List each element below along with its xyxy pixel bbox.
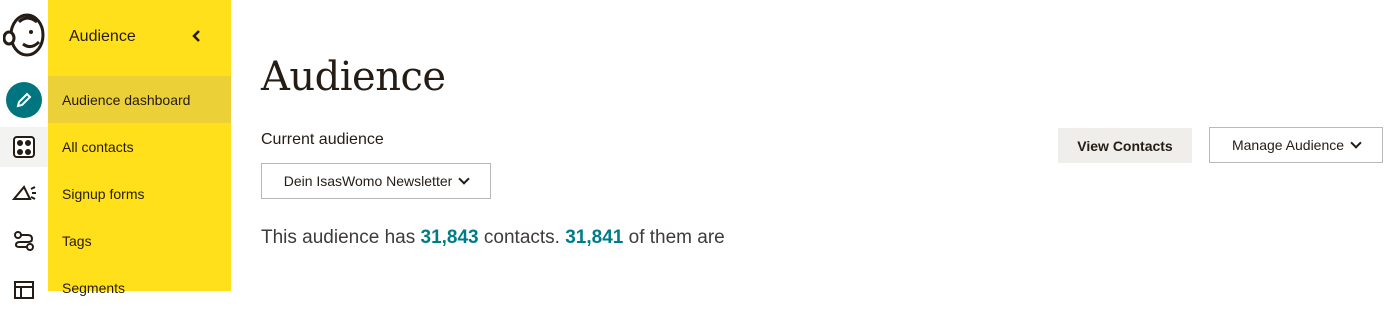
sidebar-item-audience-dashboard[interactable]: Audience dashboard bbox=[48, 76, 231, 123]
website-icon bbox=[14, 281, 34, 299]
sidebar-item-signup-forms[interactable]: Signup forms bbox=[48, 170, 231, 217]
audience-summary: This audience has 31,843 contacts. 31,84… bbox=[261, 227, 725, 249]
automations-nav-icon[interactable] bbox=[0, 221, 48, 261]
automations-icon bbox=[14, 231, 34, 251]
create-button[interactable] bbox=[0, 80, 48, 120]
mailchimp-logo-icon bbox=[3, 13, 45, 57]
pencil-icon bbox=[6, 82, 42, 118]
sidebar-item-tags[interactable]: Tags bbox=[48, 217, 231, 264]
audience-select[interactable]: Dein IsasWomo Newsletter bbox=[261, 163, 491, 199]
audience-sidebar: Audience Audience dashboard All contacts… bbox=[48, 0, 231, 296]
icon-rail bbox=[0, 0, 49, 299]
megaphone-icon bbox=[11, 185, 36, 200]
audience-icon bbox=[13, 136, 35, 158]
chevron-down-icon bbox=[1350, 137, 1362, 149]
sidebar-item-segments[interactable]: Segments bbox=[48, 264, 231, 311]
summary-middle: contacts. bbox=[483, 227, 560, 248]
audience-nav-icon[interactable] bbox=[0, 127, 48, 167]
view-contacts-button[interactable]: View Contacts bbox=[1058, 128, 1192, 163]
chevron-left-icon bbox=[192, 30, 200, 42]
current-audience-label: Current audience bbox=[261, 131, 384, 148]
chevron-down-icon bbox=[458, 173, 470, 185]
page-title: Audience bbox=[261, 54, 446, 100]
campaigns-nav-icon[interactable] bbox=[0, 174, 48, 214]
audience-select-value: Dein IsasWomo Newsletter bbox=[283, 173, 453, 189]
subscribed-count: 31,841 bbox=[565, 227, 624, 248]
sidebar-title: Audience bbox=[69, 28, 136, 45]
manage-audience-label: Manage Audience bbox=[1231, 137, 1345, 153]
website-nav-icon[interactable] bbox=[0, 268, 48, 308]
sidebar-item-label: Signup forms bbox=[62, 185, 145, 202]
main-content: Audience Current audience Dein IsasWomo … bbox=[231, 0, 1400, 291]
sidebar-item-label: Audience dashboard bbox=[62, 91, 191, 108]
summary-prefix: This audience has bbox=[261, 227, 416, 248]
manage-audience-button[interactable]: Manage Audience bbox=[1209, 127, 1383, 163]
sidebar-item-all-contacts[interactable]: All contacts bbox=[48, 123, 231, 170]
summary-suffix: of them are bbox=[628, 227, 725, 248]
collapse-sidebar-button[interactable] bbox=[186, 26, 206, 46]
sidebar-header: Audience bbox=[48, 0, 231, 74]
mailchimp-logo[interactable] bbox=[0, 10, 48, 60]
contacts-count: 31,843 bbox=[420, 227, 479, 248]
sidebar-item-label: All contacts bbox=[62, 138, 134, 155]
sidebar-item-label: Tags bbox=[62, 232, 92, 249]
sidebar-item-label: Segments bbox=[62, 279, 126, 296]
